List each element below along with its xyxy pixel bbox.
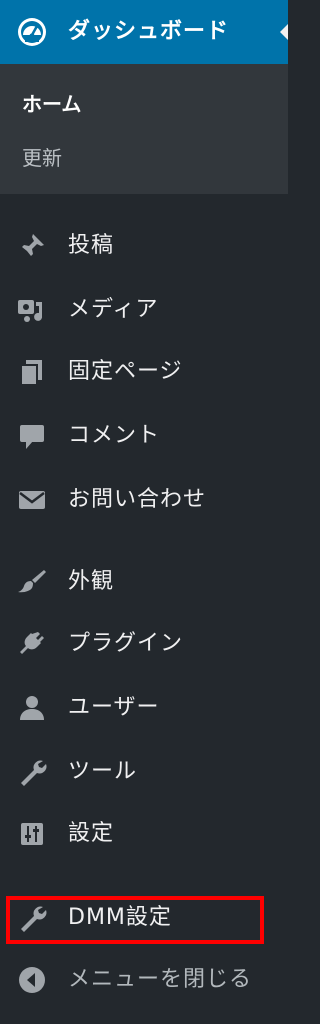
media-icon — [16, 294, 48, 326]
submenu-item-update[interactable]: 更新 — [22, 142, 62, 171]
menu-label-plugins: プラグイン — [68, 631, 184, 656]
admin-sidebar-menu: ダッシュボード ホーム 更新 投稿 メディア 固定ページ コメント お問い合わせ… — [0, 0, 288, 1024]
collapse-menu-button[interactable]: メニューを閉じる — [0, 952, 288, 1008]
comment-icon — [16, 420, 48, 452]
menu-item-comments[interactable]: コメント — [0, 408, 288, 464]
menu-label-dashboard: ダッシュボード — [68, 19, 230, 44]
menu-label-contact: お問い合わせ — [68, 487, 207, 512]
menu-label-settings: 設定 — [68, 821, 115, 846]
submenu-item-home[interactable]: ホーム — [22, 88, 81, 117]
menu-label-comments: コメント — [68, 423, 161, 448]
envelope-icon — [16, 484, 48, 516]
menu-label-posts: 投稿 — [68, 233, 115, 258]
menu-label-collapse: メニューを閉じる — [68, 967, 253, 992]
menu-item-users[interactable]: ユーザー — [0, 680, 288, 736]
user-icon — [16, 692, 48, 724]
menu-item-pages[interactable]: 固定ページ — [0, 344, 288, 400]
paintbrush-icon — [16, 566, 48, 598]
settings-sliders-icon — [16, 818, 48, 850]
collapse-arrow-icon — [16, 964, 48, 996]
menu-item-media[interactable]: メディア — [0, 282, 288, 338]
menu-item-dashboard[interactable]: ダッシュボード — [0, 0, 288, 64]
menu-item-settings[interactable]: 設定 — [0, 806, 288, 862]
menu-label-media: メディア — [68, 297, 159, 322]
dashboard-submenu: ホーム 更新 — [0, 64, 288, 194]
plug-icon — [16, 628, 48, 660]
menu-label-appearance: 外観 — [68, 569, 115, 594]
menu-item-contact[interactable]: お問い合わせ — [0, 472, 288, 528]
menu-label-pages: 固定ページ — [68, 359, 183, 384]
pages-icon — [16, 356, 48, 388]
menu-label-users: ユーザー — [68, 695, 160, 720]
pin-icon — [16, 230, 48, 262]
menu-item-posts[interactable]: 投稿 — [0, 218, 288, 274]
menu-label-tools: ツール — [68, 759, 138, 784]
dashboard-icon — [16, 16, 48, 48]
menu-item-appearance[interactable]: 外観 — [0, 554, 288, 610]
wrench-icon — [16, 756, 48, 788]
menu-item-tools[interactable]: ツール — [0, 744, 288, 800]
current-arrow-icon — [280, 24, 288, 40]
menu-item-plugins[interactable]: プラグイン — [0, 616, 288, 672]
highlight-annotation-box — [6, 896, 264, 944]
